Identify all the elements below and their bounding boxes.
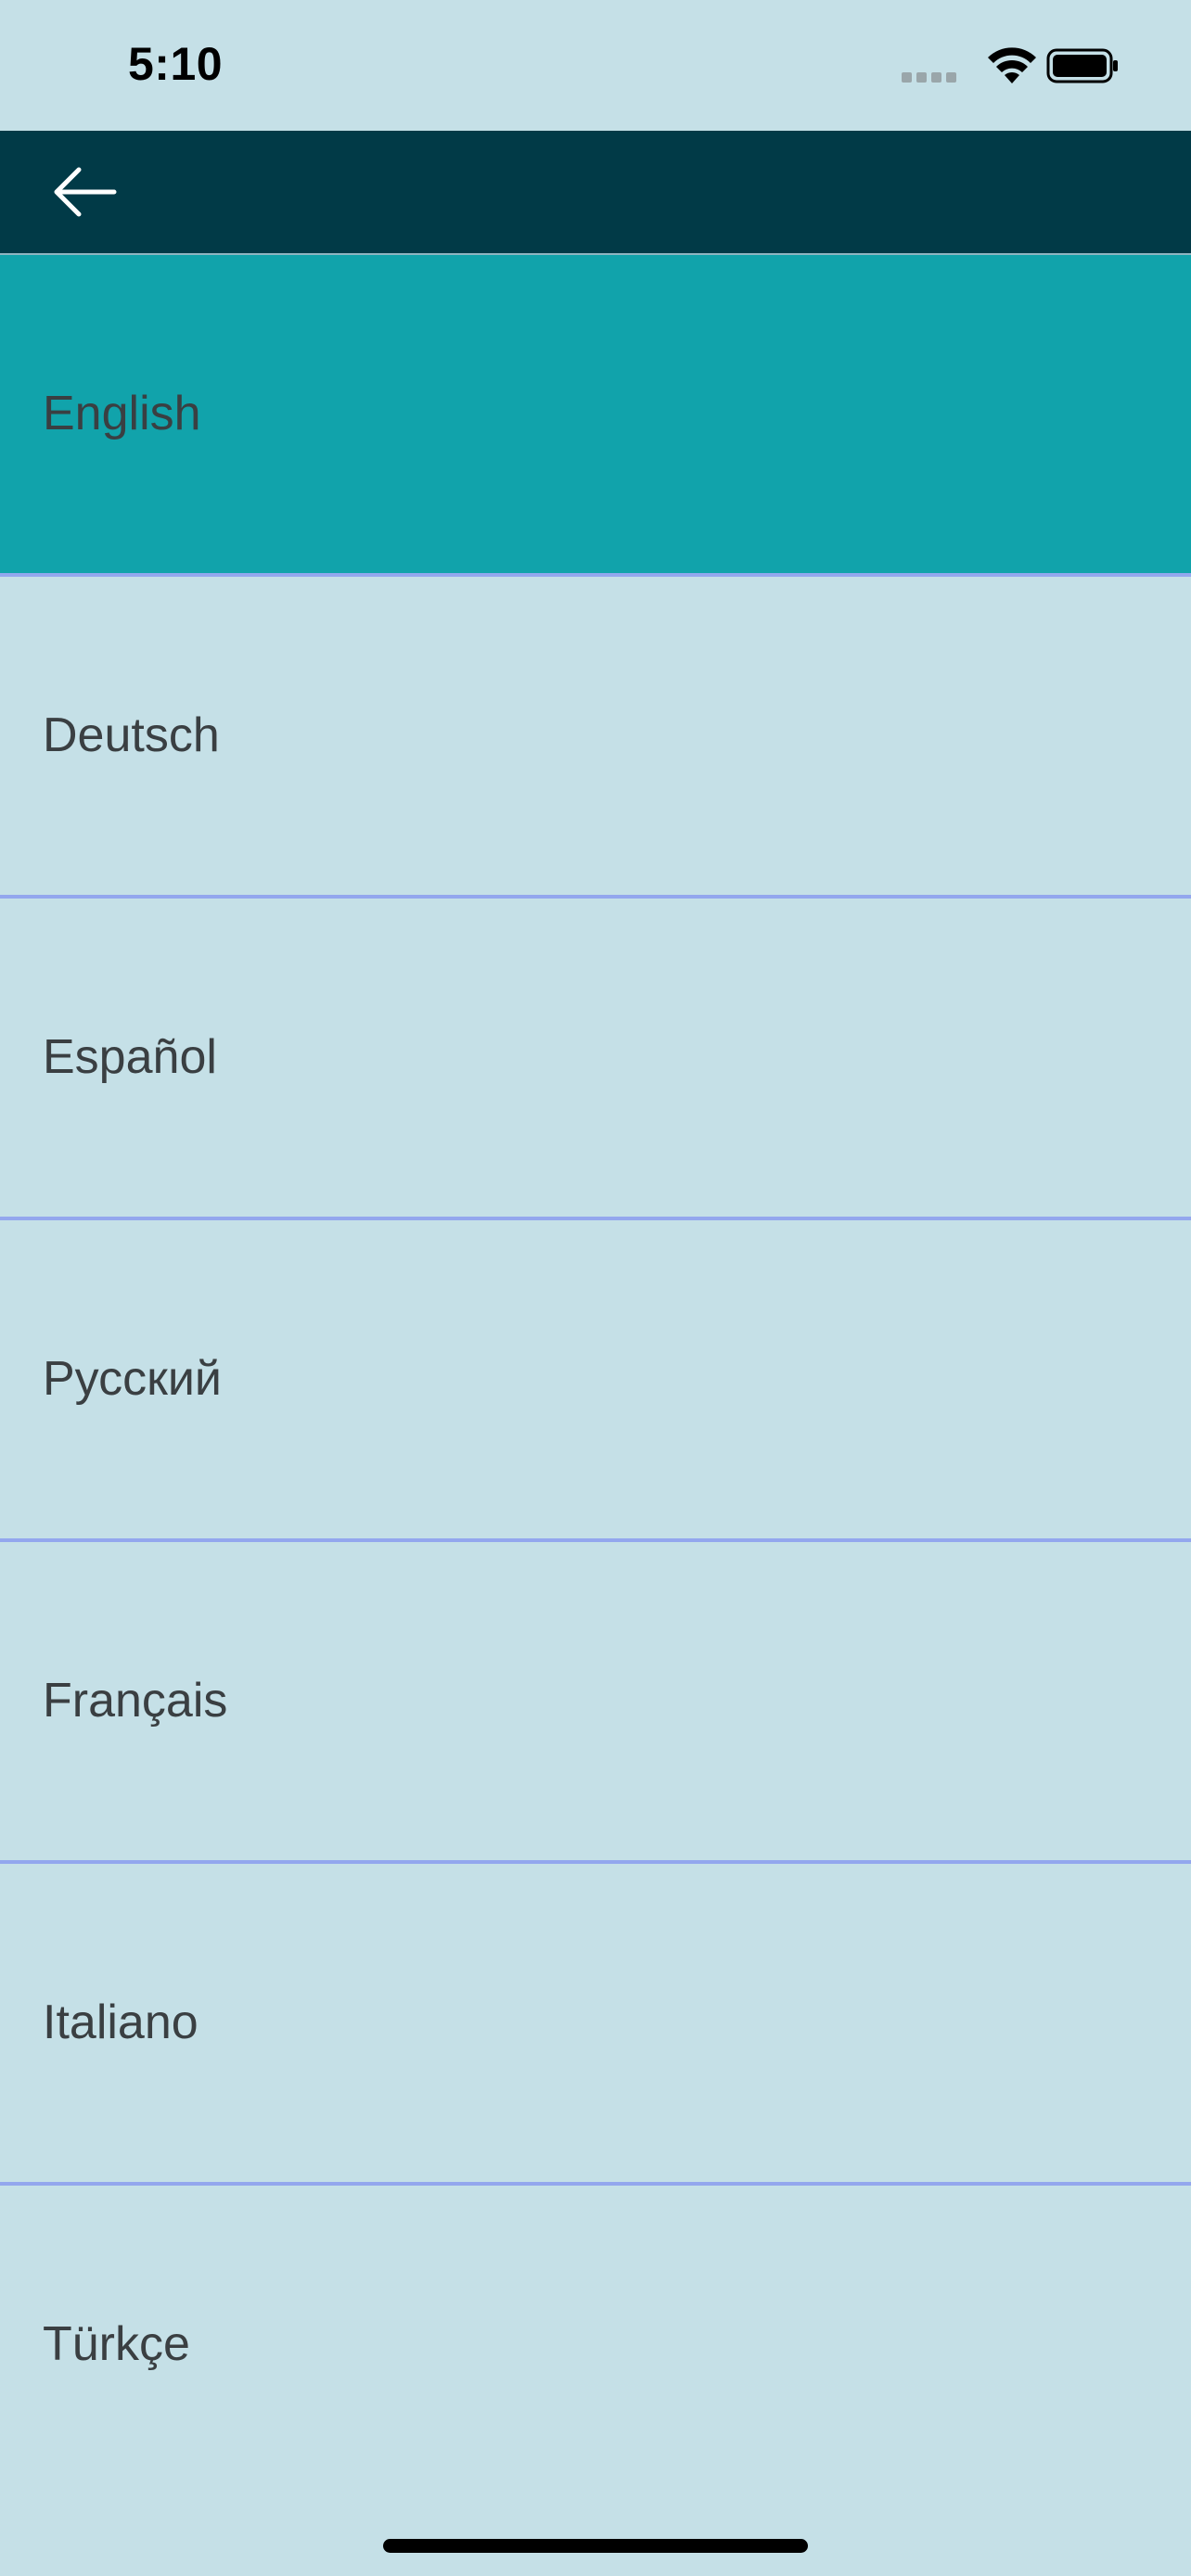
language-item-russian[interactable]: Русский bbox=[0, 1220, 1191, 1542]
battery-icon bbox=[1046, 48, 1118, 83]
arrow-left-icon bbox=[54, 167, 117, 217]
language-item-deutsch[interactable]: Deutsch bbox=[0, 577, 1191, 899]
language-item-espanol[interactable]: Español bbox=[0, 899, 1191, 1220]
language-item-francais[interactable]: Français bbox=[0, 1542, 1191, 1864]
status-bar: 5:10 bbox=[0, 0, 1191, 131]
language-label: English bbox=[43, 387, 201, 440]
language-label: Français bbox=[43, 1674, 228, 1728]
language-item-turkce[interactable]: Türkçe bbox=[0, 2186, 1191, 2504]
back-button[interactable] bbox=[37, 153, 130, 231]
language-label: Deutsch bbox=[43, 708, 220, 762]
cellular-signal-icon bbox=[902, 72, 957, 83]
language-item-english[interactable]: English bbox=[0, 255, 1191, 577]
language-label: Italiano bbox=[43, 1996, 198, 2049]
status-time: 5:10 bbox=[128, 38, 224, 90]
language-list: English Deutsch Español Русский Français… bbox=[0, 255, 1191, 2504]
wifi-icon bbox=[988, 47, 1036, 83]
app-bar bbox=[0, 131, 1191, 255]
home-indicator[interactable] bbox=[383, 2539, 808, 2553]
language-item-italiano[interactable]: Italiano bbox=[0, 1864, 1191, 2186]
language-label: Türkçe bbox=[43, 2317, 190, 2371]
language-label: Русский bbox=[43, 1352, 222, 1406]
language-label: Español bbox=[43, 1030, 217, 1084]
